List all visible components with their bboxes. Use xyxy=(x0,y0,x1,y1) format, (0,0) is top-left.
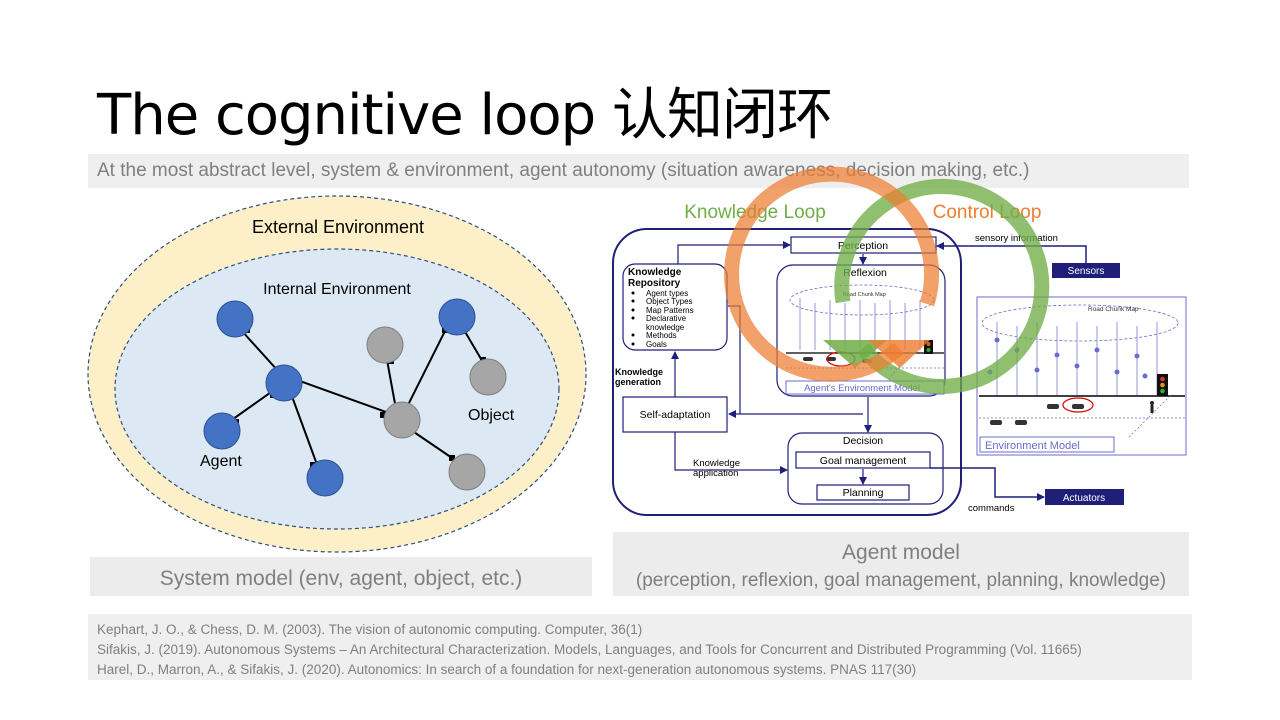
actuators-label: Actuators xyxy=(1063,493,1105,504)
object-node xyxy=(383,401,421,439)
repository-item: Methods xyxy=(646,331,677,340)
knowledge-repository-title: Knowledge xyxy=(628,267,682,278)
agent-node xyxy=(306,459,344,497)
decision-label: Decision xyxy=(843,435,883,447)
object-node xyxy=(469,358,507,396)
agent-node xyxy=(438,298,476,336)
knowledge-repository-title: Repository xyxy=(628,278,681,289)
internal-environment-label: Internal Environment xyxy=(263,281,411,298)
environment-model-panel xyxy=(976,296,1187,456)
agent-node xyxy=(265,364,303,402)
external-environment-label: External Environment xyxy=(252,217,424,237)
agent-model-caption: Agent model (perception, reflexion, goal… xyxy=(613,532,1189,596)
object-label: Object xyxy=(468,407,515,424)
system-model: External Environment Internal Environmen… xyxy=(87,195,587,553)
diagram-canvas: External Environment Internal Environmen… xyxy=(87,166,1187,553)
reference-item: Kephart, J. O., & Chess, D. M. (2003). T… xyxy=(97,622,643,637)
environment-model-label: Environment Model xyxy=(985,440,1080,452)
agent-node xyxy=(216,300,254,338)
env-traffic-light-icon xyxy=(1157,374,1168,396)
sensors-label: Sensors xyxy=(1068,266,1105,277)
goal-management-label: Goal management xyxy=(820,455,906,467)
agent-node xyxy=(203,412,241,450)
env-road-chunk-map-label: Road Chunk Map xyxy=(1088,306,1139,313)
sensory-information-label: sensory information xyxy=(975,233,1058,244)
reference-item: Harel, D., Marron, A., & Sifakis, J. (20… xyxy=(97,662,917,677)
commands-label: commands xyxy=(968,503,1015,514)
agent-model-caption-main: Agent model xyxy=(842,541,960,564)
object-node xyxy=(366,326,404,364)
repository-item: Goals xyxy=(646,340,667,349)
agent-label: Agent xyxy=(200,453,242,470)
object-node xyxy=(448,453,486,491)
planning-label: Planning xyxy=(843,487,884,499)
knowledge-generation-label: Knowledge xyxy=(615,367,663,377)
repository-item: Declarative xyxy=(646,314,687,323)
repository-item: Object Types xyxy=(646,297,693,306)
agent-model: Knowledge Loop Control Loop Perception s… xyxy=(612,166,1187,516)
agent-model-caption-sub: (perception, reflexion, goal management,… xyxy=(635,570,1167,591)
reference-item: Sifakis, J. (2019). Autonomous Systems –… xyxy=(97,642,1082,657)
knowledge-generation-label: generation xyxy=(615,377,661,387)
self-adaptation-label: Self-adaptation xyxy=(640,409,711,421)
knowledge-application-label: application xyxy=(693,468,738,479)
pedestrian-icon xyxy=(1150,401,1154,413)
references-box: Kephart, J. O., & Chess, D. M. (2003). T… xyxy=(88,614,1192,680)
system-model-caption: System model (env, agent, object, etc.) xyxy=(90,557,592,596)
